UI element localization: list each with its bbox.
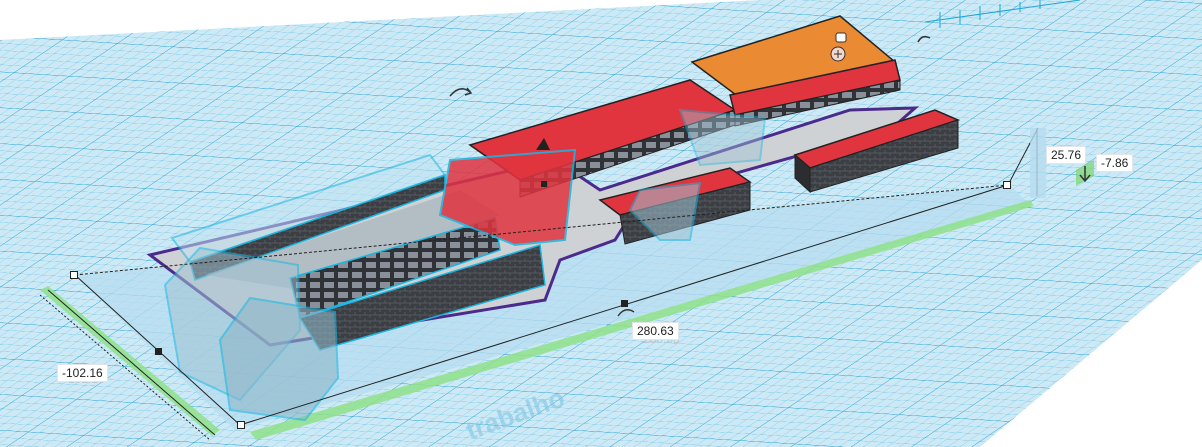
3d-viewport[interactable]: trabalho 280.63 280.63 102.16 -102.16 25… xyxy=(0,0,1202,447)
scale-handle-icon[interactable] xyxy=(1003,181,1011,189)
height-readout[interactable]: 25.76 xyxy=(1046,146,1087,164)
midpoint-handle[interactable] xyxy=(621,300,628,307)
midpoint-handle[interactable] xyxy=(541,181,547,187)
width-readout[interactable]: -102.16 xyxy=(57,364,108,382)
midpoint-handle[interactable] xyxy=(155,348,162,355)
scene-canvas[interactable]: trabalho xyxy=(0,0,1202,447)
elevation-readout[interactable]: -7.86 xyxy=(1096,154,1134,172)
height-bar xyxy=(1030,128,1046,198)
scale-handle-icon[interactable] xyxy=(237,421,245,429)
scale-handle-icon[interactable] xyxy=(70,271,78,279)
length-readout[interactable]: 280.63 xyxy=(632,322,679,340)
width-value: 102.16 xyxy=(66,366,103,380)
